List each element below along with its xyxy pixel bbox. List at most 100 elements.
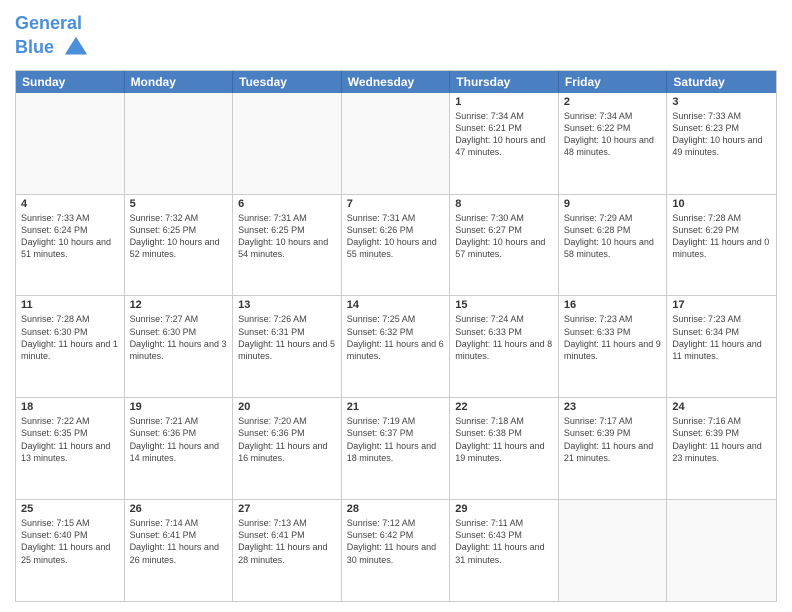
calendar-row-4: 25 Sunrise: 7:15 AM Sunset: 6:40 PM Dayli… <box>16 499 776 601</box>
logo-general: General <box>15 13 82 33</box>
weekday-header-thursday: Thursday <box>450 71 559 93</box>
weekday-header-wednesday: Wednesday <box>342 71 451 93</box>
day-number: 3 <box>672 96 771 108</box>
weekday-header-tuesday: Tuesday <box>233 71 342 93</box>
day-info: Sunrise: 7:18 AM Sunset: 6:38 PM Dayligh… <box>455 415 553 464</box>
day-info: Sunrise: 7:28 AM Sunset: 6:29 PM Dayligh… <box>672 212 771 261</box>
calendar-cell: 27Sunrise: 7:13 AM Sunset: 6:41 PM Dayli… <box>233 500 342 601</box>
calendar-cell <box>667 500 776 601</box>
day-number: 20 <box>238 401 336 413</box>
calendar-cell: 29 Sunrise: 7:11 AM Sunset: 6:43 PM Dayli… <box>450 500 559 601</box>
day-info: Sunrise: 7:30 AM Sunset: 6:27 PM Dayligh… <box>455 212 553 261</box>
logo-icon <box>62 34 90 62</box>
calendar-cell <box>559 500 668 601</box>
calendar-cell: 2 Sunrise: 7:34 AM Sunset: 6:22 PM Daylig… <box>559 93 668 194</box>
day-number: 22 <box>455 401 553 413</box>
day-info: Sunrise: 7:20 AM Sunset: 6:36 PM Dayligh… <box>238 415 336 464</box>
calendar-cell: 28Sunrise: 7:12 AM Sunset: 6:42 PM Dayli… <box>342 500 451 601</box>
calendar-cell: 6 Sunrise: 7:31 AM Sunset: 6:25 PM Daylig… <box>233 195 342 296</box>
calendar-cell: 21 Sunrise: 7:19 AM Sunset: 6:37 PM Dayli… <box>342 398 451 499</box>
calendar-cell: 16Sunrise: 7:23 AM Sunset: 6:33 PM Dayli… <box>559 296 668 397</box>
day-info: Sunrise: 7:19 AM Sunset: 6:37 PM Dayligh… <box>347 415 445 464</box>
calendar-cell: 5 Sunrise: 7:32 AM Sunset: 6:25 PM Daylig… <box>125 195 234 296</box>
calendar-cell: 4Sunrise: 7:33 AM Sunset: 6:24 PM Daylig… <box>16 195 125 296</box>
calendar-row-0: 1 Sunrise: 7:34 AM Sunset: 6:21 PM Daylig… <box>16 93 776 194</box>
calendar-page: General Blue SundayMondayTuesdayWednesda… <box>0 0 792 612</box>
calendar-cell <box>342 93 451 194</box>
day-number: 10 <box>672 198 771 210</box>
weekday-header-monday: Monday <box>125 71 234 93</box>
day-number: 18 <box>21 401 119 413</box>
day-info: Sunrise: 7:26 AM Sunset: 6:31 PM Dayligh… <box>238 313 336 362</box>
day-number: 5 <box>130 198 228 210</box>
day-info: Sunrise: 7:22 AM Sunset: 6:35 PM Dayligh… <box>21 415 119 464</box>
day-number: 14 <box>347 299 445 311</box>
day-number: 2 <box>564 96 662 108</box>
calendar-row-3: 18 Sunrise: 7:22 AM Sunset: 6:35 PM Dayli… <box>16 397 776 499</box>
calendar-cell: 7 Sunrise: 7:31 AM Sunset: 6:26 PM Daylig… <box>342 195 451 296</box>
calendar-cell <box>233 93 342 194</box>
day-number: 1 <box>455 96 553 108</box>
calendar-cell: 13 Sunrise: 7:26 AM Sunset: 6:31 PM Dayli… <box>233 296 342 397</box>
calendar-cell: 22 Sunrise: 7:18 AM Sunset: 6:38 PM Dayli… <box>450 398 559 499</box>
calendar-cell: 25 Sunrise: 7:15 AM Sunset: 6:40 PM Dayli… <box>16 500 125 601</box>
day-info: Sunrise: 7:34 AM Sunset: 6:21 PM Dayligh… <box>455 110 553 159</box>
day-number: 19 <box>130 401 228 413</box>
header: General Blue <box>15 10 777 62</box>
day-number: 23 <box>564 401 662 413</box>
day-number: 8 <box>455 198 553 210</box>
day-info: Sunrise: 7:28 AM Sunset: 6:30 PM Dayligh… <box>21 313 119 362</box>
day-info: Sunrise: 7:11 AM Sunset: 6:43 PM Dayligh… <box>455 517 553 566</box>
day-number: 24 <box>672 401 771 413</box>
calendar-body: 1 Sunrise: 7:34 AM Sunset: 6:21 PM Daylig… <box>16 93 776 601</box>
calendar-cell: 14 Sunrise: 7:25 AM Sunset: 6:32 PM Dayli… <box>342 296 451 397</box>
day-info: Sunrise: 7:25 AM Sunset: 6:32 PM Dayligh… <box>347 313 445 362</box>
weekday-header-friday: Friday <box>559 71 668 93</box>
calendar-cell: 1 Sunrise: 7:34 AM Sunset: 6:21 PM Daylig… <box>450 93 559 194</box>
day-info: Sunrise: 7:15 AM Sunset: 6:40 PM Dayligh… <box>21 517 119 566</box>
logo-blue: Blue <box>15 37 54 57</box>
calendar-cell: 10 Sunrise: 7:28 AM Sunset: 6:29 PM Dayli… <box>667 195 776 296</box>
calendar-cell: 12 Sunrise: 7:27 AM Sunset: 6:30 PM Dayli… <box>125 296 234 397</box>
calendar-cell: 17Sunrise: 7:23 AM Sunset: 6:34 PM Dayli… <box>667 296 776 397</box>
day-info: Sunrise: 7:34 AM Sunset: 6:22 PM Dayligh… <box>564 110 662 159</box>
logo: General Blue <box>15 14 90 62</box>
day-number: 16 <box>564 299 662 311</box>
day-info: Sunrise: 7:27 AM Sunset: 6:30 PM Dayligh… <box>130 313 228 362</box>
day-info: Sunrise: 7:31 AM Sunset: 6:26 PM Dayligh… <box>347 212 445 261</box>
day-number: 21 <box>347 401 445 413</box>
day-number: 26 <box>130 503 228 515</box>
day-number: 4 <box>21 198 119 210</box>
day-number: 29 <box>455 503 553 515</box>
calendar-cell: 11 Sunrise: 7:28 AM Sunset: 6:30 PM Dayli… <box>16 296 125 397</box>
day-info: Sunrise: 7:32 AM Sunset: 6:25 PM Dayligh… <box>130 212 228 261</box>
day-number: 12 <box>130 299 228 311</box>
day-number: 13 <box>238 299 336 311</box>
calendar-cell: 24 Sunrise: 7:16 AM Sunset: 6:39 PM Dayli… <box>667 398 776 499</box>
calendar-cell <box>125 93 234 194</box>
calendar-cell <box>16 93 125 194</box>
calendar-cell: 20 Sunrise: 7:20 AM Sunset: 6:36 PM Dayli… <box>233 398 342 499</box>
day-number: 25 <box>21 503 119 515</box>
calendar-cell: 8 Sunrise: 7:30 AM Sunset: 6:27 PM Daylig… <box>450 195 559 296</box>
day-info: Sunrise: 7:12 AM Sunset: 6:42 PM Dayligh… <box>347 517 445 566</box>
calendar-cell: 26 Sunrise: 7:14 AM Sunset: 6:41 PM Dayli… <box>125 500 234 601</box>
day-number: 27 <box>238 503 336 515</box>
day-number: 11 <box>21 299 119 311</box>
day-number: 15 <box>455 299 553 311</box>
day-info: Sunrise: 7:17 AM Sunset: 6:39 PM Dayligh… <box>564 415 662 464</box>
calendar-cell: 3 Sunrise: 7:33 AM Sunset: 6:23 PM Daylig… <box>667 93 776 194</box>
day-number: 7 <box>347 198 445 210</box>
calendar-header-row: SundayMondayTuesdayWednesdayThursdayFrid… <box>16 71 776 93</box>
day-number: 6 <box>238 198 336 210</box>
day-info: Sunrise: 7:29 AM Sunset: 6:28 PM Dayligh… <box>564 212 662 261</box>
calendar-cell: 18 Sunrise: 7:22 AM Sunset: 6:35 PM Dayli… <box>16 398 125 499</box>
day-info: Sunrise: 7:16 AM Sunset: 6:39 PM Dayligh… <box>672 415 771 464</box>
calendar-cell: 9Sunrise: 7:29 AM Sunset: 6:28 PM Daylig… <box>559 195 668 296</box>
day-info: Sunrise: 7:33 AM Sunset: 6:23 PM Dayligh… <box>672 110 771 159</box>
weekday-header-saturday: Saturday <box>667 71 776 93</box>
calendar-row-2: 11 Sunrise: 7:28 AM Sunset: 6:30 PM Dayli… <box>16 295 776 397</box>
calendar-row-1: 4Sunrise: 7:33 AM Sunset: 6:24 PM Daylig… <box>16 194 776 296</box>
day-info: Sunrise: 7:14 AM Sunset: 6:41 PM Dayligh… <box>130 517 228 566</box>
day-info: Sunrise: 7:31 AM Sunset: 6:25 PM Dayligh… <box>238 212 336 261</box>
